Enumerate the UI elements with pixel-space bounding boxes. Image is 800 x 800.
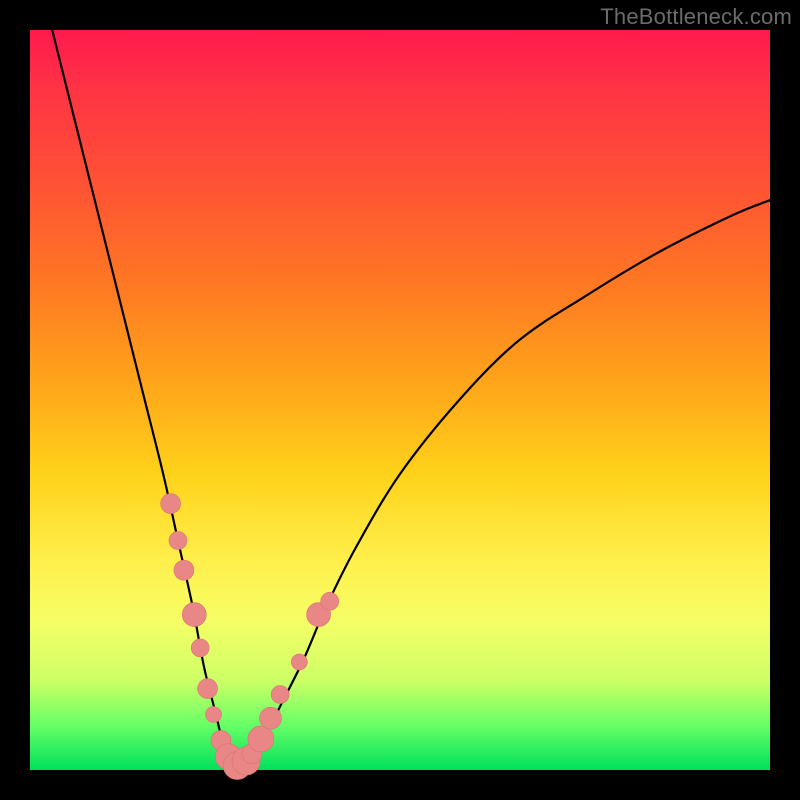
highlight-dot: [174, 560, 194, 580]
chart-frame: TheBottleneck.com: [0, 0, 800, 800]
highlight-dot: [271, 686, 289, 704]
highlight-dot: [206, 707, 222, 723]
highlight-dot: [182, 603, 206, 627]
highlight-dot: [169, 532, 187, 550]
highlight-dots-group: [161, 494, 339, 780]
highlight-dot: [321, 592, 339, 610]
highlight-dot: [248, 726, 274, 752]
highlight-dot: [198, 679, 218, 699]
highlight-dot: [291, 654, 307, 670]
chart-svg: [30, 30, 770, 770]
highlight-dot: [260, 707, 282, 729]
chart-plot-area: [30, 30, 770, 770]
highlight-dot: [161, 494, 181, 514]
highlight-dot: [191, 639, 209, 657]
watermark-text: TheBottleneck.com: [600, 4, 792, 30]
bottleneck-curve: [52, 30, 770, 766]
